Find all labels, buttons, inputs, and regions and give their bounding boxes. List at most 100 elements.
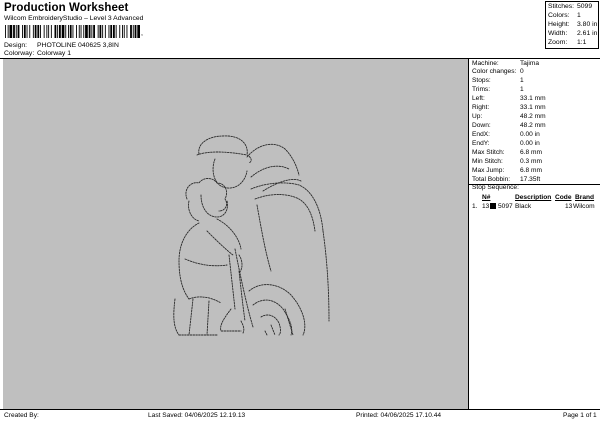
info-label: Right:: [472, 104, 490, 111]
barcode-bar: [57, 25, 59, 38]
barcode-bar: [137, 25, 140, 38]
info-value: 1: [520, 77, 524, 84]
stat-value: 5099: [577, 3, 593, 10]
info-value: 33.1 mm: [520, 95, 546, 102]
info-value: 6.8 mm: [520, 167, 542, 174]
barcode-bar: [23, 25, 26, 38]
stat-value: 2.61 in: [577, 30, 598, 37]
design-canvas[interactable]: [3, 59, 468, 409]
info-row: Stops: 1: [472, 77, 524, 85]
barcode-bar: [43, 25, 45, 38]
column-header-brand: Brand: [575, 194, 595, 201]
barcode-bar: [26, 25, 28, 38]
info-label: Left:: [472, 95, 485, 102]
barcode-bar: [113, 25, 115, 38]
stats-row: Width: 2.61 in: [548, 30, 598, 38]
barcode-bar: [34, 25, 37, 38]
last-saved: Last Saved: 04/06/2025 12.19.13: [148, 412, 246, 419]
info-value: 0.00 in: [520, 140, 540, 147]
stop-index: 1.: [472, 203, 478, 210]
barcode-bar: [132, 25, 134, 38]
barcode-bar: [91, 25, 93, 38]
barcode-bar: [46, 25, 48, 38]
info-label: Machine:: [472, 60, 499, 67]
info-row: Min Stitch: 0.3 mm: [472, 158, 542, 166]
barcode-bar: [123, 25, 125, 38]
colorway-value: Colorway 1: [37, 50, 71, 57]
barcode-bar: [22, 25, 23, 38]
info-value: 6.8 mm: [520, 149, 542, 156]
info-value: 17.35ft: [520, 176, 541, 183]
barcode-bar: [99, 25, 102, 38]
info-row: Right: 33.1 mm: [472, 104, 546, 112]
footer-divider: [0, 409, 600, 410]
design-label: Design:: [4, 42, 28, 49]
barcode-bar: [9, 25, 13, 38]
stats-row: Zoom: 1:1: [548, 39, 586, 47]
page-title: Production Worksheet: [4, 2, 129, 14]
info-label: EndX:: [472, 131, 490, 138]
barcode-bar: [69, 25, 72, 38]
info-label: Up:: [472, 113, 483, 120]
created-by: Created By:: [4, 412, 39, 419]
info-row: EndX: 0.00 in: [472, 131, 540, 139]
barcode-bar: [122, 25, 123, 38]
info-row: EndY: 0.00 in: [472, 140, 540, 148]
stat-label: Zoom:: [548, 39, 568, 46]
stats-row: Colors: 1: [548, 12, 581, 20]
barcode-bar: [68, 25, 69, 38]
info-row: Machine: Tajima: [472, 60, 540, 68]
design-value: PHOTOLINE 040625 3,8IN: [37, 42, 119, 49]
barcode-bar: [37, 25, 40, 38]
barcode-bar: [61, 25, 65, 38]
column-header-n: N#: [482, 194, 491, 201]
barcode-bar: [108, 25, 110, 38]
info-label: Down:: [472, 122, 491, 129]
barcode-bar: [115, 25, 117, 38]
barcode-mark: ,: [141, 30, 143, 37]
barcode-bar: [126, 25, 128, 38]
barcode-bar: [65, 25, 67, 38]
barcode-bar: [40, 25, 41, 38]
barcode-bar: [32, 25, 34, 38]
info-row: Color changes: 0: [472, 68, 524, 76]
barcode-bar: [102, 25, 104, 38]
stats-box: Stitches: 5099 Colors: 1 Height: 3.80 in…: [545, 1, 599, 49]
stop-brand: Wilcom: [573, 203, 595, 210]
info-row: Max Jump: 6.8 mm: [472, 167, 542, 175]
info-value: Tajima: [520, 60, 540, 67]
info-value: 0.00 in: [520, 131, 540, 138]
barcode-bar: [76, 25, 77, 38]
info-row: Trims: 1: [472, 86, 524, 94]
info-label: Color changes:: [472, 68, 517, 75]
barcode-bar: [110, 25, 113, 38]
colorway-row: Colorway: Colorway 1: [4, 50, 71, 58]
info-label: Total Bobbin:: [472, 176, 511, 183]
design-row: Design: PHOTOLINE 040625 3,8IN: [4, 42, 119, 50]
info-value: 48.2 mm: [520, 113, 546, 120]
info-value: 0: [520, 68, 524, 75]
barcode-bar: [13, 25, 15, 38]
barcode-bar: [134, 25, 137, 38]
info-row: Down: 48.2 mm: [472, 122, 546, 130]
barcode-bar: [48, 25, 50, 38]
barcode-bar: [72, 25, 74, 38]
info-value: 48.2 mm: [520, 122, 546, 129]
stats-row: Stitches: 5099: [548, 3, 593, 11]
barcode-bar: [17, 25, 20, 38]
stat-value: 1: [577, 12, 581, 19]
color-swatch: [490, 203, 496, 209]
software-subtitle: Wilcom EmbroideryStudio – Level 3 Advanc…: [4, 15, 144, 22]
info-row: Left: 33.1 mm: [472, 95, 546, 103]
barcode-bar: [59, 25, 61, 38]
stat-label: Stitches:: [548, 3, 575, 10]
barcode-bar: [7, 25, 9, 38]
barcode-bar: [83, 25, 85, 38]
embroidery-design: [173, 135, 330, 336]
info-label: Max Jump:: [472, 167, 505, 174]
barcode-bar: [78, 25, 80, 38]
colorway-label: Colorway:: [4, 50, 35, 57]
page-number: Page 1 of 1: [563, 412, 597, 419]
info-row: Up: 48.2 mm: [472, 113, 546, 121]
barcode-bar: [88, 25, 91, 38]
